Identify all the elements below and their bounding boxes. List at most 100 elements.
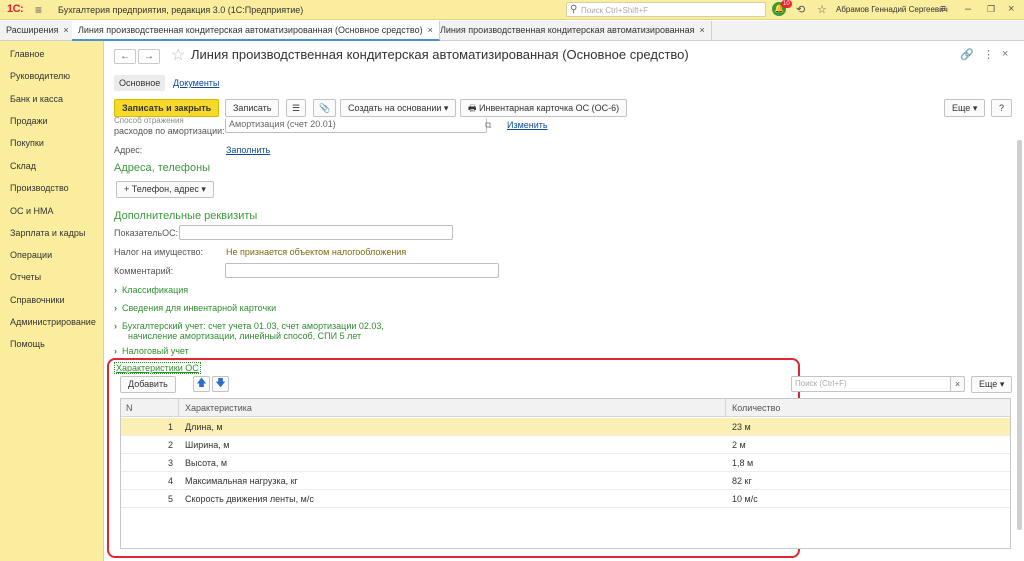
column-characteristic[interactable]: Характеристика	[185, 403, 252, 413]
close-icon[interactable]: ×	[63, 25, 68, 35]
settings-menu-icon[interactable]: ≡	[940, 3, 946, 15]
tab-documents[interactable]: Документы	[173, 78, 219, 88]
close-window-icon[interactable]: ×	[1008, 3, 1014, 15]
save-and-close-button[interactable]: Записать и закрыть	[114, 99, 220, 117]
notifications-badge: 10	[781, 0, 792, 8]
row-quantity[interactable]: 1,8 м	[732, 458, 753, 468]
group-label: Бухгалтерский учет: счет учета 01.03, сч…	[122, 321, 384, 331]
more-options-icon[interactable]: ⋮	[983, 48, 994, 61]
global-search-input[interactable]: ⚲ Поиск Ctrl+Shift+F	[566, 2, 766, 17]
tab-production-line[interactable]: Линия производственная кондитерская авто…	[434, 21, 712, 41]
favorite-star-icon[interactable]: ☆	[171, 45, 185, 65]
main-menu-icon[interactable]: ≡	[35, 3, 42, 17]
close-form-icon[interactable]: ×	[1002, 48, 1008, 60]
history-icon[interactable]: ⟲	[796, 3, 805, 16]
favorites-star-icon[interactable]: ☆	[817, 3, 827, 16]
tab-label: Расширения	[6, 25, 59, 35]
tab-main[interactable]: Основное	[114, 75, 166, 91]
table-row[interactable]: 2 Ширина, м 2 м	[121, 436, 1010, 454]
sidebar-item-warehouse[interactable]: Склад	[10, 161, 36, 171]
row-number: 3	[167, 458, 173, 468]
close-icon[interactable]: ×	[699, 25, 704, 35]
row-characteristic[interactable]: Максимальная нагрузка, кг	[185, 476, 298, 486]
chevron-right-icon: ›	[114, 321, 117, 331]
add-phone-address-button[interactable]: + Телефон, адрес ▾	[116, 181, 214, 198]
sidebar-item-fixed-assets[interactable]: ОС и НМА	[10, 206, 54, 216]
list-icon-button[interactable]: ☰	[286, 99, 307, 117]
row-characteristic[interactable]: Высота, м	[185, 458, 227, 468]
chevron-down-icon: ▾	[201, 184, 206, 194]
sidebar-item-purchases[interactable]: Покупки	[10, 138, 44, 148]
group-classification[interactable]: › Классификация	[114, 285, 188, 295]
table-more-button[interactable]: Еще ▾	[971, 376, 1013, 393]
row-number: 5	[167, 494, 173, 504]
group-accounting[interactable]: › Бухгалтерский учет: счет учета 01.03, с…	[114, 321, 384, 331]
row-quantity[interactable]: 23 м	[732, 422, 751, 432]
column-quantity[interactable]: Количество	[732, 403, 780, 413]
more-button[interactable]: Еще ▾	[944, 99, 986, 117]
comment-field[interactable]	[225, 263, 499, 278]
characteristics-title[interactable]: Характеристики ОС	[114, 362, 201, 374]
sidebar-item-help[interactable]: Помощь	[10, 339, 45, 349]
sidebar-item-operations[interactable]: Операции	[10, 250, 52, 260]
printer-icon: 🖶	[468, 103, 477, 113]
tab-fixed-asset[interactable]: Линия производственная кондитерская авто…	[72, 21, 440, 41]
row-characteristic[interactable]: Ширина, м	[185, 440, 229, 450]
table-row[interactable]: 1 Длина, м 23 м	[121, 418, 1010, 436]
list-icon: ☰	[292, 103, 301, 113]
row-characteristic[interactable]: Скорость движения ленты, м/с	[185, 494, 314, 504]
sidebar-item-bank[interactable]: Банк и касса	[10, 94, 63, 104]
sidebar-item-reports[interactable]: Отчеты	[10, 272, 41, 282]
table-row[interactable]: 4 Максимальная нагрузка, кг 82 кг	[121, 472, 1010, 490]
chevron-down-icon: ▾	[999, 379, 1005, 389]
minimize-icon[interactable]: –	[965, 3, 971, 15]
link-icon[interactable]: 🔗	[960, 48, 974, 61]
maximize-icon[interactable]: ❐	[987, 4, 995, 15]
row-quantity[interactable]: 2 м	[732, 440, 746, 450]
attachments-button[interactable]: 📎	[313, 99, 337, 117]
row-number: 4	[167, 476, 173, 486]
user-name[interactable]: Абрамов Геннадий Сергеевич	[836, 5, 948, 14]
close-icon[interactable]: ×	[428, 25, 433, 35]
sidebar-item-manager[interactable]: Руководителю	[10, 71, 70, 81]
expense-change-link[interactable]: Изменить	[507, 120, 548, 130]
sidebar-item-catalogs[interactable]: Справочники	[10, 295, 65, 305]
back-button[interactable]: ←	[114, 49, 136, 64]
create-based-on-button[interactable]: Создать на основании ▾	[340, 99, 457, 117]
address-fill-link[interactable]: Заполнить	[226, 145, 270, 155]
expense-method-field[interactable]: Амортизация (счет 20.01)	[225, 118, 487, 133]
save-button[interactable]: Записать	[225, 99, 280, 117]
group-inventory-card-info[interactable]: › Сведения для инвентарной карточки	[114, 303, 276, 313]
help-button[interactable]: ?	[991, 99, 1013, 117]
table-search-input[interactable]: Поиск (Ctrl+F)	[791, 376, 952, 392]
property-tax-label: Налог на имущество:	[114, 247, 204, 257]
paperclip-icon: 📎	[319, 103, 331, 113]
tab-label: Линия производственная кондитерская авто…	[78, 25, 423, 35]
group-tax-accounting[interactable]: › Налоговый учет	[114, 346, 189, 356]
extra-section-title: Дополнительные реквизиты	[114, 210, 258, 222]
row-quantity[interactable]: 10 м/с	[732, 494, 758, 504]
column-divider	[725, 399, 726, 417]
move-down-button[interactable]: 🡇	[212, 376, 229, 392]
move-up-button[interactable]: 🡅	[193, 376, 210, 392]
add-row-button[interactable]: Добавить	[120, 376, 176, 393]
indicator-field[interactable]	[179, 225, 453, 240]
sidebar-item-sales[interactable]: Продажи	[10, 116, 48, 126]
column-n[interactable]: N	[126, 403, 133, 413]
sidebar-item-production[interactable]: Производство	[10, 183, 69, 193]
row-characteristic[interactable]: Длина, м	[185, 422, 223, 432]
row-number: 2	[167, 440, 173, 450]
open-icon[interactable]: ⧉	[485, 120, 491, 131]
sidebar-item-payroll[interactable]: Зарплата и кадры	[10, 228, 85, 238]
table-row[interactable]: 5 Скорость движения ленты, м/с 10 м/с	[121, 490, 1010, 508]
tab-extensions[interactable]: Расширения ×	[0, 21, 76, 41]
inventory-card-button[interactable]: 🖶 Инвентарная карточка ОС (ОС-6)	[460, 99, 628, 117]
group-accounting-line2[interactable]: начисление амортизации, линейный способ,…	[128, 331, 361, 341]
row-quantity[interactable]: 82 кг	[732, 476, 752, 486]
forward-button[interactable]: →	[138, 49, 160, 64]
table-row[interactable]: 3 Высота, м 1,8 м	[121, 454, 1010, 472]
sidebar-item-main[interactable]: Главное	[10, 49, 44, 59]
clear-search-button[interactable]: ×	[950, 376, 965, 392]
sidebar-item-admin[interactable]: Администрирование	[10, 317, 96, 327]
form-scrollbar[interactable]	[1017, 140, 1022, 530]
